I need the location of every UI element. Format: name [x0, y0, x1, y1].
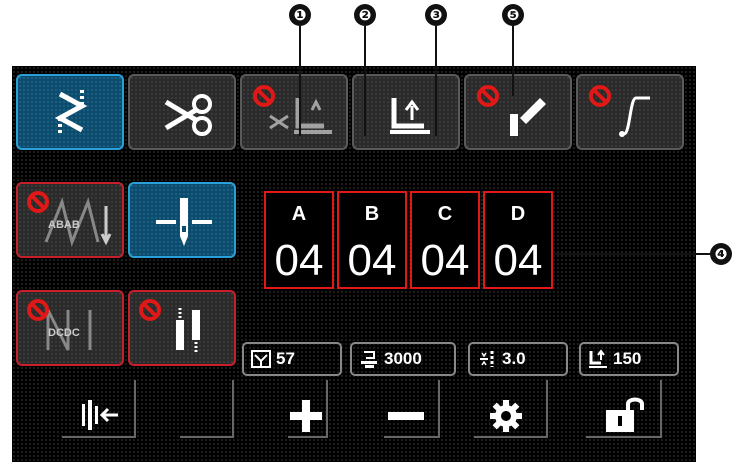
stitch-length-box[interactable]: 3.0: [468, 342, 568, 376]
callout-1-leader: [299, 26, 301, 136]
stitch-count-a-letter: A: [291, 203, 307, 225]
callout-3-leader: [435, 26, 437, 136]
stitch-count-a[interactable]: A 04: [264, 191, 334, 289]
callout-1: ❶: [289, 4, 311, 26]
callout-5-leader: [512, 26, 514, 96]
stitch-length-value: 3.0: [502, 349, 526, 368]
thread-trimmer-button[interactable]: [128, 74, 236, 150]
needle-position-button[interactable]: [128, 182, 236, 258]
gear-icon[interactable]: [488, 398, 524, 434]
sewing-mode-icon[interactable]: [78, 398, 122, 432]
needle-threading-button[interactable]: [464, 74, 572, 150]
threading-pen-icon: [477, 85, 546, 136]
stitch-count-d-value: 04: [493, 236, 543, 285]
condensed-stitch-button[interactable]: [128, 290, 236, 366]
reverse-stitch-cd-button[interactable]: DCDC: [16, 290, 124, 366]
needle-up-down-icon: [156, 198, 212, 246]
stitch-length-icon: [480, 351, 494, 367]
stitch-count-b-letter: B: [364, 203, 380, 225]
stitch-count-d-letter: D: [510, 203, 526, 225]
stitch-count-c-letter: C: [437, 203, 453, 225]
stitch-count-b[interactable]: B 04: [337, 191, 407, 289]
sewing-speed-box[interactable]: 3000: [350, 342, 456, 376]
operation-panel: ABAB DCDC A 04 B 04 C 04 D 04 57 3000 3.…: [12, 66, 696, 462]
zigzag-pattern-icon: [54, 90, 88, 134]
callout-2: ❷: [354, 4, 376, 26]
sewing-speed-icon: [361, 351, 377, 368]
scissors-icon: [164, 94, 212, 136]
presser-foot-pressure-value: 150: [613, 349, 642, 368]
reverse-stitch-cd-icon: DCDC: [27, 299, 92, 351]
reverse-stitch-ab-icon: ABAB: [27, 191, 112, 247]
reverse-stitch-ab-button[interactable]: ABAB: [16, 182, 124, 258]
callout-5: ❺: [502, 4, 524, 26]
svg-text:ABAB: ABAB: [48, 219, 80, 231]
stitch-count-b-value: 04: [347, 236, 397, 285]
stitch-count-c[interactable]: C 04: [410, 191, 480, 289]
plus-icon[interactable]: [288, 398, 324, 434]
counter-box[interactable]: 57: [242, 342, 342, 376]
callout-4-leader: [554, 253, 710, 255]
presser-foot-lift-button[interactable]: [352, 74, 460, 150]
callout-2-leader: [364, 26, 366, 136]
stitch-count-a-value: 04: [274, 236, 324, 285]
soft-start-button[interactable]: [576, 74, 684, 150]
stitch-count-d[interactable]: D 04: [483, 191, 553, 289]
soft-start-curve-icon: [589, 85, 650, 137]
unlock-icon[interactable]: [602, 394, 646, 434]
callout-4: ❹: [710, 243, 732, 265]
presser-foot-lift-icon: [390, 98, 430, 134]
presser-foot-pressure-box[interactable]: 150: [579, 342, 679, 376]
trim-presser-foot-lift-icon: [253, 85, 332, 134]
svg-text:DCDC: DCDC: [48, 327, 80, 339]
bottom-slot-2[interactable]: [180, 380, 234, 438]
pattern-button[interactable]: [16, 74, 124, 150]
sewing-speed-value: 3000: [384, 349, 422, 368]
counter-icon: [251, 350, 271, 368]
callout-3: ❸: [425, 4, 447, 26]
counter-value: 57: [276, 349, 295, 368]
trim-presser-lift-button[interactable]: [240, 74, 348, 150]
minus-icon[interactable]: [386, 398, 426, 434]
presser-foot-pressure-icon: [589, 349, 607, 368]
condensed-stitch-icon: [139, 299, 200, 354]
stitch-count-c-value: 04: [420, 236, 470, 285]
